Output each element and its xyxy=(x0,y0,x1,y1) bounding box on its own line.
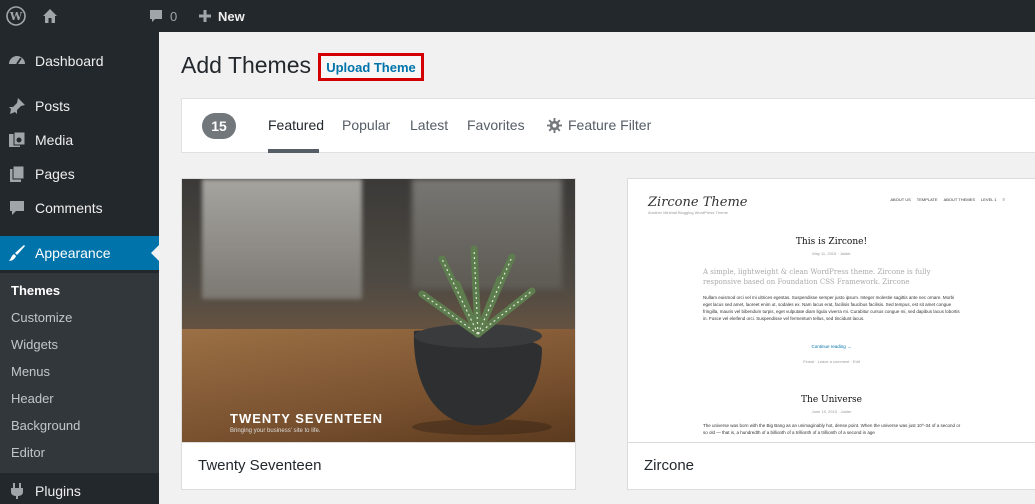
preview-post-footer: Fineal · Leave a comment · Edit xyxy=(803,359,860,364)
menu-media-label: Media xyxy=(35,132,74,148)
preview-post-body: Nullam euismod orci vel mi ultrices eges… xyxy=(703,295,960,321)
theme-screenshot[interactable]: Zircone Theme Another Minimal Blogging W… xyxy=(628,179,1035,442)
preview-post-lead: A simple, lightweight & clean WordPress … xyxy=(703,268,931,286)
feature-filter-button[interactable]: Feature Filter xyxy=(547,117,651,133)
menu-comments-label: Comments xyxy=(35,200,103,216)
submenu-editor[interactable]: Editor xyxy=(11,443,45,463)
feature-filter-label: Feature Filter xyxy=(568,117,652,133)
tab-popular[interactable]: Popular xyxy=(342,117,390,133)
new-label: New xyxy=(218,8,245,24)
menu-media[interactable]: Media xyxy=(0,123,159,157)
preview-post-body: The universe was born with the Big Bang … xyxy=(703,423,961,435)
menu-posts[interactable]: Posts xyxy=(0,89,159,123)
page-title: Add Themes xyxy=(181,52,311,78)
theme-name[interactable]: Twenty Seventeen xyxy=(198,457,321,474)
preview-continue-link: Continue reading → xyxy=(811,344,852,349)
tab-featured-underline xyxy=(268,149,319,153)
preview-post-meta: May 11, 2015 · Jaider xyxy=(812,251,851,256)
gear-icon xyxy=(547,117,562,133)
submenu-customize[interactable]: Customize xyxy=(11,308,72,328)
submenu-menus[interactable]: Menus xyxy=(11,362,50,382)
theme-card-twenty-seventeen[interactable]: TWENTY SEVENTEEN Bringing your business'… xyxy=(181,178,576,490)
plant-pot-image xyxy=(412,245,552,435)
theme-count-badge: 15 xyxy=(202,113,236,139)
menu-plugins[interactable]: Plugins xyxy=(0,474,159,504)
theme-name[interactable]: Zircone xyxy=(644,457,694,474)
preview-brand-subtitle: Another Minimal Blogging WordPress Theme xyxy=(648,210,728,215)
appearance-submenu: Themes Customize Widgets Menus Header Ba… xyxy=(0,273,159,473)
menu-appearance-label: Appearance xyxy=(35,245,111,261)
admin-bar-new[interactable]: New xyxy=(198,0,245,32)
menu-posts-label: Posts xyxy=(35,98,71,114)
preview-nav-item: ABOUT US xyxy=(890,197,911,202)
menu-comments[interactable]: Comments xyxy=(0,191,159,225)
tab-latest[interactable]: Latest xyxy=(410,117,448,133)
admin-bar-comments[interactable]: 0 xyxy=(148,0,177,32)
comment-icon xyxy=(8,199,26,217)
preview-nav: ABOUT US TEMPLATE ABOUT THEMES LEVEL 1 ≡ xyxy=(890,197,1005,202)
media-icon xyxy=(8,131,26,149)
tab-featured[interactable]: Featured xyxy=(268,117,324,133)
menu-dashboard-label: Dashboard xyxy=(35,53,104,69)
plugin-icon xyxy=(8,482,26,500)
comments-count: 0 xyxy=(170,8,178,24)
admin-bar: W 0 New xyxy=(0,0,1035,32)
dashboard-icon xyxy=(8,52,26,70)
preview-nav-item: ≡ xyxy=(1002,197,1005,202)
preview-brand: Zircone Theme xyxy=(648,195,748,210)
pages-icon xyxy=(8,165,26,183)
submenu-themes[interactable]: Themes xyxy=(11,281,60,301)
theme-screenshot[interactable]: TWENTY SEVENTEEN Bringing your business'… xyxy=(182,179,575,442)
menu-pages[interactable]: Pages xyxy=(0,157,159,191)
submenu-widgets[interactable]: Widgets xyxy=(11,335,58,355)
preview-post-title: This is Zircone! xyxy=(795,237,868,247)
theme-card-zircone[interactable]: Zircone Theme Another Minimal Blogging W… xyxy=(627,178,1035,490)
submenu-header[interactable]: Header xyxy=(11,389,54,409)
wordpress-logo-icon[interactable]: W xyxy=(6,0,28,32)
preview-tagline: Bringing your business' site to life. xyxy=(230,428,321,434)
menu-pages-label: Pages xyxy=(35,166,75,182)
brush-icon xyxy=(8,244,26,262)
plus-icon xyxy=(199,10,211,22)
pin-icon xyxy=(8,97,26,115)
preview-nav-item: TEMPLATE xyxy=(916,197,938,202)
menu-appearance[interactable]: Appearance xyxy=(0,236,159,270)
submenu-background[interactable]: Background xyxy=(11,416,80,436)
comment-bubble-icon xyxy=(150,10,162,22)
preview-nav-item: ABOUT THEMES xyxy=(943,197,976,202)
menu-dashboard[interactable]: Dashboard xyxy=(0,44,159,78)
menu-plugins-label: Plugins xyxy=(35,483,81,499)
preview-post-title: The Universe xyxy=(801,395,862,405)
preview-post-meta: June 19, 2015 · Jaider xyxy=(811,409,852,414)
admin-sidebar: Dashboard Posts Media Pages Comments App… xyxy=(0,32,159,504)
preview-nav-item: LEVEL 1 xyxy=(981,197,997,202)
home-icon[interactable] xyxy=(42,0,60,32)
upload-theme-button[interactable]: Upload Theme xyxy=(318,53,424,81)
tab-favorites[interactable]: Favorites xyxy=(467,117,525,133)
svg-text:W: W xyxy=(9,10,23,23)
theme-filter-bar: 15 Featured Popular Latest Favorites Fea… xyxy=(181,98,1035,153)
preview-title: TWENTY SEVENTEEN xyxy=(230,411,384,426)
